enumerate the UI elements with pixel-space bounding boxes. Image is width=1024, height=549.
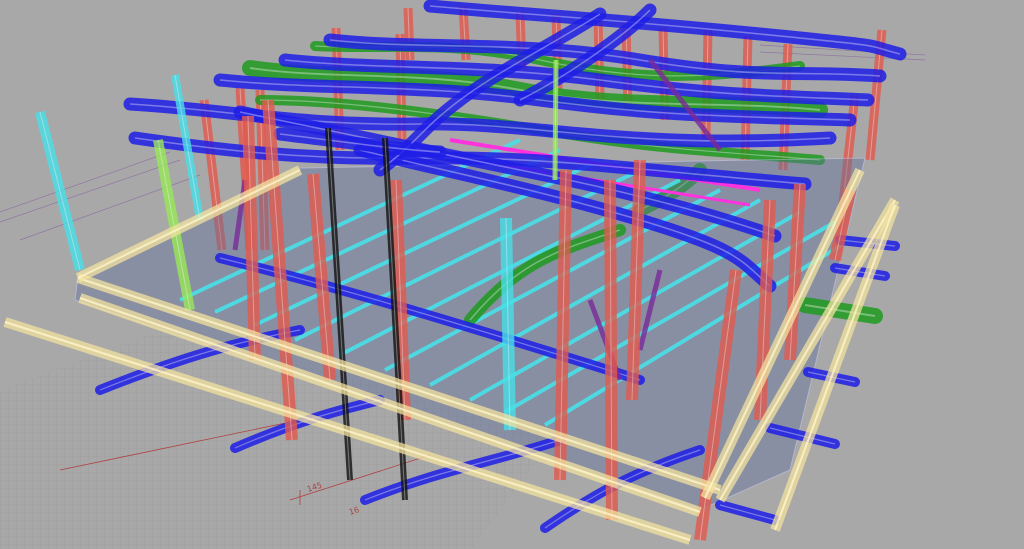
blue-pipe-low-6: [715, 500, 780, 525]
structure-model[interactable]: 145 16: [0, 0, 1024, 549]
cyan-post-1: [35, 110, 85, 272]
column-front-7: [626, 159, 646, 401]
cyan-post-3: [500, 217, 516, 431]
green-pipe-stub: [797, 297, 883, 324]
3d-viewport[interactable]: 145 16: [0, 0, 1024, 549]
column-back-1: [403, 7, 415, 61]
column-front-6: [604, 179, 618, 521]
lime-post-2: [552, 59, 559, 181]
column-back-8: [701, 29, 713, 141]
column-front-1: [242, 115, 261, 361]
